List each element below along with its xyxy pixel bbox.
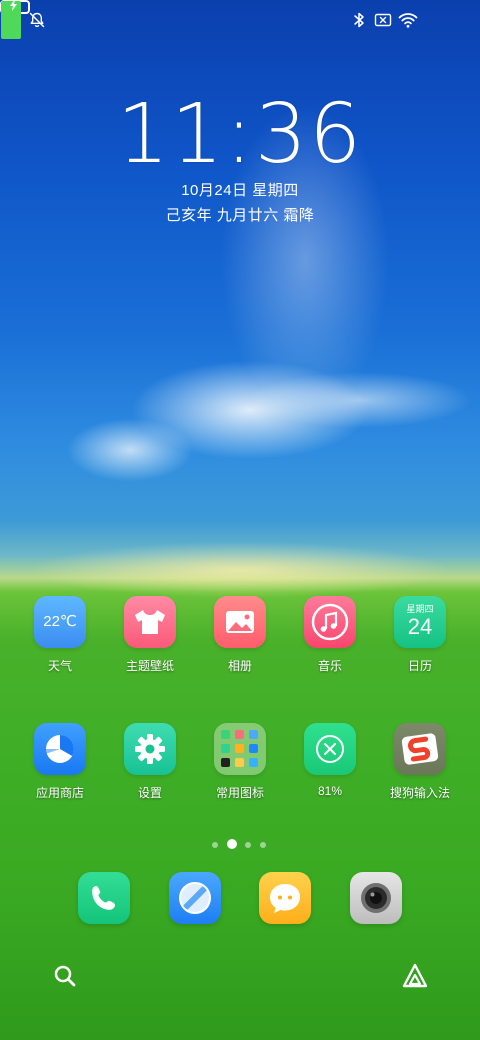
app-gallery[interactable]: 相册	[195, 596, 285, 674]
battery-charging-icon	[0, 0, 30, 39]
weather-icon: 22℃	[34, 596, 86, 648]
app-cleaner[interactable]: 81%	[285, 723, 375, 798]
page-indicator[interactable]	[0, 839, 480, 851]
app-app-store[interactable]: 应用商店	[15, 723, 105, 801]
app-label: 相册	[227, 659, 252, 673]
app-row-1: 22℃ 天气 主题壁纸 相册 音乐 星期四 24 日历	[0, 596, 480, 686]
app-label: 81%	[317, 784, 343, 798]
app-themes[interactable]: 主题壁纸	[105, 596, 195, 674]
bell-muted-icon	[29, 12, 45, 28]
page-dot[interactable]	[212, 842, 218, 848]
dock-camera[interactable]	[350, 872, 402, 924]
app-label: 应用商店	[35, 786, 84, 800]
assistant-icon[interactable]	[401, 962, 429, 990]
cleaner-icon	[304, 723, 356, 775]
lunar-date-text: 己亥年 九月廿六 霜降	[165, 207, 315, 224]
app-folder-common[interactable]: 常用图标	[195, 723, 285, 801]
status-bar	[0, 0, 480, 40]
phone-icon	[92, 886, 115, 910]
app-label: 日历	[407, 659, 432, 673]
app-weather[interactable]: 22℃ 天气	[15, 596, 105, 674]
app-label: 音乐	[317, 659, 342, 673]
calendar-icon: 星期四 24	[394, 596, 446, 648]
weather-temperature: 22℃	[43, 613, 77, 630]
lock-clock: 11:36	[116, 87, 364, 182]
dock-browser[interactable]	[169, 872, 221, 924]
app-label: 设置	[137, 786, 162, 800]
tshirt-icon	[124, 596, 176, 648]
dock-messages[interactable]	[259, 872, 311, 924]
message-bubble-icon	[270, 884, 300, 913]
page-dot-active[interactable]	[227, 839, 237, 849]
date-text: 10月24日 星期四	[181, 182, 299, 199]
app-label: 主题壁纸	[125, 659, 174, 673]
page-dot[interactable]	[245, 842, 251, 848]
wifi-icon	[398, 13, 418, 28]
page-dot[interactable]	[260, 842, 266, 848]
app-label: 常用图标	[215, 786, 264, 800]
bluetooth-icon	[354, 12, 364, 28]
gear-icon	[124, 723, 176, 775]
search-icon[interactable]	[51, 962, 79, 990]
music-note-icon	[304, 596, 356, 648]
app-settings[interactable]: 设置	[105, 723, 195, 801]
sim-disabled-icon	[374, 13, 392, 27]
app-label: 天气	[47, 659, 72, 673]
calendar-day: 24	[407, 614, 433, 639]
dock-phone[interactable]	[78, 872, 130, 924]
camera-lens-icon	[361, 883, 391, 913]
app-sogou-input[interactable]: 搜狗输入法	[375, 723, 465, 801]
folder-icon	[214, 723, 266, 775]
app-label: 搜狗输入法	[389, 786, 450, 800]
sogou-s-icon	[394, 723, 446, 775]
app-store-icon	[34, 723, 86, 775]
gallery-icon	[214, 596, 266, 648]
app-calendar[interactable]: 星期四 24 日历	[375, 596, 465, 674]
browser-compass-icon	[179, 882, 211, 914]
app-music[interactable]: 音乐	[285, 596, 375, 674]
app-row-2: 应用商店 设置 常用图标 81% 搜狗输入法	[0, 723, 480, 813]
